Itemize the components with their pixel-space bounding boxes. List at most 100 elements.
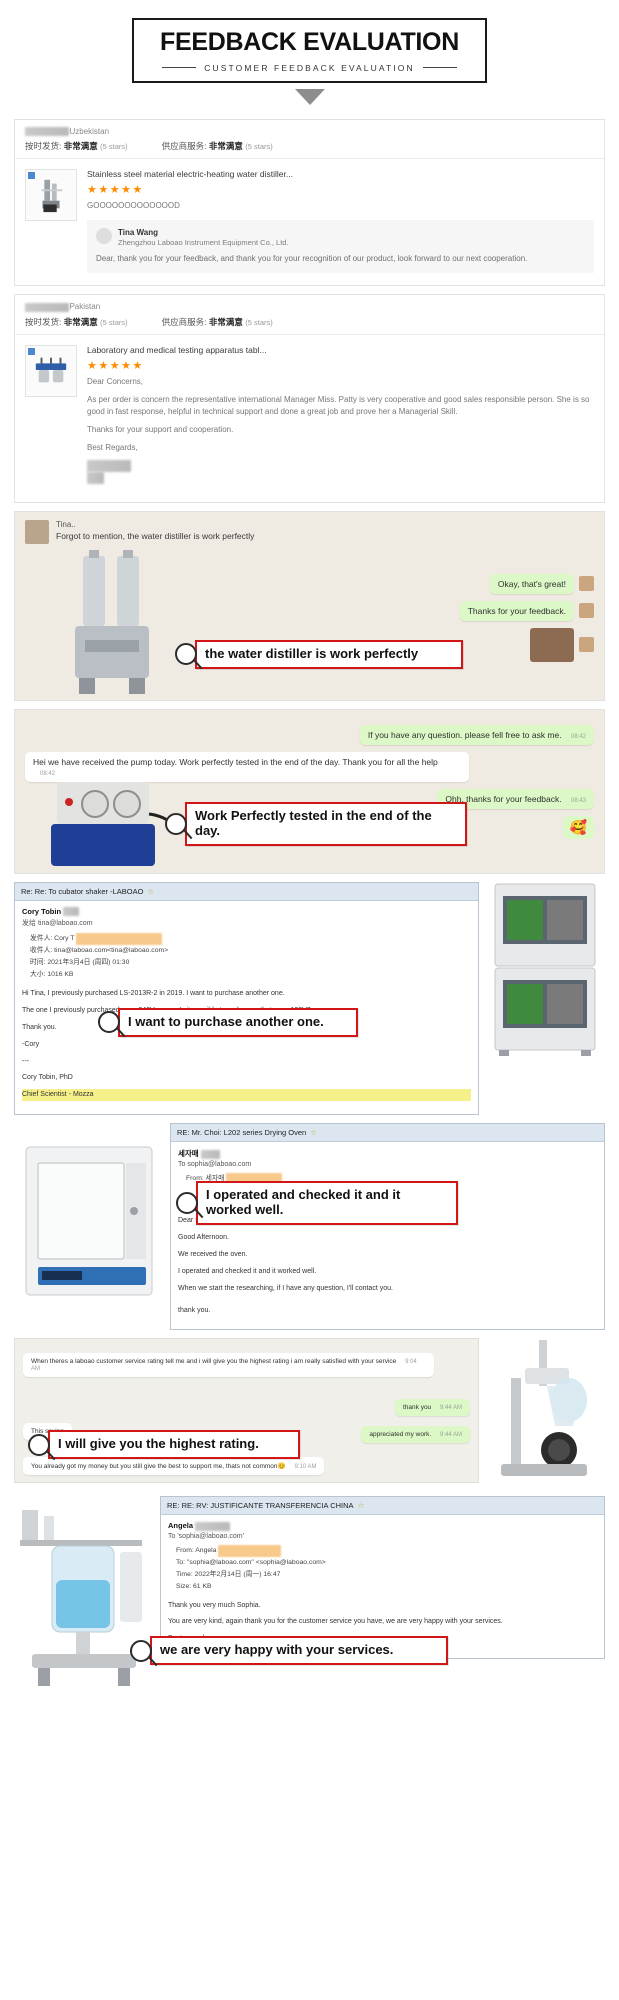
chat-contact-row: Tina.. Forgot to mention, the water dist… [25, 519, 594, 544]
email-window: RE: RE: RV: JUSTIFICANTE TRANSFERENCIA C… [160, 1496, 605, 1660]
email-metadata: From: Angela <angela@mail.com> To: "soph… [176, 1544, 597, 1593]
section-incubator-email: Re: Re: To cubator shaker -LABOAO ☆ Cory… [0, 881, 619, 1116]
email-subject: Re: Re: To cubator shaker -LABOAO [21, 886, 144, 896]
magnifier-icon [98, 1011, 120, 1034]
meta-line: 时间: 2021年3月4日 (周四) 01:30 [30, 959, 130, 967]
chat-photo-attachment[interactable] [530, 627, 574, 662]
buyer-name-redacted: Buyer Name [25, 302, 70, 312]
email-title-bar: RE: RE: RV: JUSTIFICANTE TRANSFERENCIA C… [161, 1497, 604, 1516]
avatar [579, 637, 594, 653]
callout-text: I want to purchase another one. [128, 1013, 324, 1029]
feedback-card-body: Laboratory and medical testing apparatus… [15, 335, 604, 502]
callout-banner: I operated and checked it and it worked … [176, 1181, 458, 1226]
magnifier-icon [165, 812, 187, 835]
star-icon[interactable]: ☆ [358, 1501, 365, 1510]
header-subtitle-row: CUSTOMER FEEDBACK EVALUATION [160, 63, 459, 73]
chat-row: When theres a laboao customer service ra… [23, 1353, 470, 1378]
magnifier-icon [28, 1433, 50, 1456]
rating-row: 按时发货: 非常满意 (5 stars) [25, 140, 128, 151]
review-line: Thanks for your support and cooperation. [87, 424, 234, 434]
avatar [579, 576, 594, 592]
email-window: Re: Re: To cubator shaker -LABOAO ☆ Cory… [14, 881, 479, 1116]
chat-bubble-incoming: When theres a laboao customer service ra… [23, 1353, 435, 1378]
buyer-name: Buyer NamePakistan [25, 302, 594, 312]
chat-messages: When theres a laboao customer service ra… [14, 1338, 479, 1484]
email-recipient: 发给 tina@laboao.com [22, 920, 93, 928]
chat-section-pump: If you have any question. please fell fr… [14, 708, 605, 874]
magnifier-icon [130, 1639, 152, 1662]
email-title-bar: Re: Re: To cubator shaker -LABOAO ☆ [15, 882, 478, 901]
callout-banner: I want to purchase another one. [98, 1007, 358, 1037]
water-distiller-image [41, 179, 63, 212]
timestamp: 9:10 AM [294, 1464, 317, 1471]
feedback-evaluation-page: FEEDBACK EVALUATION CUSTOMER FEEDBACK EV… [0, 0, 619, 1709]
email-and-product-row: Re: Re: To cubator shaker -LABOAO ☆ Cory… [0, 881, 619, 1116]
page-title: FEEDBACK EVALUATION [160, 28, 459, 56]
emoji-bubble: 🥰 [562, 815, 594, 839]
drying-oven-photo [25, 1146, 153, 1296]
chat-bubble-outgoing: Okay, that's great! [489, 573, 574, 594]
email-line: You are very kind, again thank you for t… [168, 1618, 503, 1626]
chat-message-first: Forgot to mention, the water distiller i… [56, 530, 255, 541]
star-rating: ★★★★★ [87, 183, 144, 196]
rating-row: 按时发货: 非常满意 (5 stars) [25, 316, 128, 327]
email-line: Hi Tina, I previously purchased LS-2013R… [22, 989, 285, 997]
timestamp: 08:42 [570, 733, 586, 740]
email-recipient: To 'sophia@laboao.com' [168, 1532, 244, 1540]
meta-line: 收件人: tina@laboao.com<tina@laboao.com> [30, 947, 169, 955]
callout-text: I will give you the highest rating. [58, 1436, 259, 1452]
email-line: I operated and checked it and it worked … [178, 1267, 317, 1275]
section-rating-chat: When theres a laboao customer service ra… [0, 1338, 619, 1488]
email-subject: RE: Mr. Choi: L202 series Drying Oven [177, 1128, 307, 1138]
page-header: FEEDBACK EVALUATION CUSTOMER FEEDBACK EV… [0, 0, 619, 111]
feedback-card: Buyer NamePakistan 按时发货: 非常满意 (5 stars) … [14, 294, 605, 503]
email-line: Good Afternoon. [178, 1233, 229, 1241]
avatar [25, 519, 49, 544]
rating-row: 供应商服务: 非常满意 (5 stars) [161, 140, 273, 151]
star-icon[interactable]: ☆ [310, 1128, 317, 1137]
reply-company-name: Zhengzhou Laboao Instrument Equipment Co… [118, 237, 289, 247]
chat-row: Hei we have received the pump today. Wor… [25, 751, 594, 782]
chat-bubble-incoming: You already got my money but you still g… [23, 1457, 325, 1476]
email-message-body: Hi Tina, I previously purchased LS-2013R… [22, 988, 471, 1102]
chat-bubble-incoming: Hei we have received the pump today. Wor… [25, 751, 469, 782]
email-title-bar: RE: Mr. Choi: L202 series Drying Oven ☆ [171, 1124, 604, 1143]
feedback-content: Stainless steel material electric-heatin… [87, 169, 594, 274]
timestamp: 08:43 [570, 797, 586, 804]
rating-rows: 按时发货: 非常满意 (5 stars) 供应商服务: 非常满意 (5 star… [25, 316, 594, 328]
callout-banner: we are very happy with your services. [130, 1636, 448, 1666]
rating-rows: 按时发货: 非常满意 (5 stars) 供应商服务: 非常满意 (5 star… [25, 140, 594, 152]
review-line: As per order is concern the representati… [87, 394, 590, 416]
callout-text: we are very happy with your services. [160, 1642, 394, 1658]
chat-bubble-outgoing: Thanks for your feedback. [459, 600, 574, 621]
email-line: When we start the researching, if I have… [178, 1284, 393, 1292]
chat-section-water-distiller: Tina.. Forgot to mention, the water dist… [14, 510, 605, 701]
product-thumbnail[interactable] [25, 168, 77, 221]
product-thumbnail[interactable] [25, 344, 77, 397]
buyer-name-redacted: Buyer Name [25, 126, 70, 136]
email-sender-name: Angela Lastname [168, 1521, 597, 1531]
email-line: Cory Tobin, PhD [22, 1074, 73, 1082]
product-title[interactable]: Stainless steel material electric-heatin… [87, 169, 594, 179]
email-metadata: 发件人: Cory T <cory.tobin@company.com> 收件人… [30, 933, 471, 981]
email-sender-name: 세자매 name [178, 1148, 597, 1159]
star-icon[interactable]: ☆ [147, 887, 154, 896]
email-message-body: Dear Sophia, Good Afternoon. We received… [178, 1215, 597, 1316]
magnifier-icon [176, 1192, 198, 1215]
reply-header: Tina Wang Zhengzhou Laboao Instrument Eq… [96, 227, 585, 247]
reply-text: Dear, thank you for your feedback, and t… [96, 253, 528, 263]
supplier-reply: Tina Wang Zhengzhou Laboao Instrument Eq… [87, 219, 594, 274]
meta-line: To: "sophia@laboao.com" <sophia@laboao.c… [176, 1558, 326, 1566]
callout-text: Work Perfectly tested in the end of the … [195, 807, 432, 838]
chat-row: thank you 9:44 AM [23, 1399, 470, 1417]
product-title[interactable]: Laboratory and medical testing apparatus… [87, 345, 594, 355]
page-subtitle: CUSTOMER FEEDBACK EVALUATION [204, 62, 415, 73]
timestamp: 9:44 AM [439, 1405, 462, 1412]
meta-line: 大小: 1016 KB [30, 971, 74, 979]
divider-left [162, 67, 197, 68]
rating-row: 供应商服务: 非常满意 (5 stars) [161, 316, 273, 327]
meta-line: Size: 61 KB [176, 1582, 212, 1590]
email-body: 세자매 name To sophia@laboao.com From: 세자매 … [171, 1142, 604, 1329]
divider-right [422, 67, 457, 68]
chat-bubble-outgoing: appreciated my work. 9:44 AM [361, 1426, 470, 1444]
